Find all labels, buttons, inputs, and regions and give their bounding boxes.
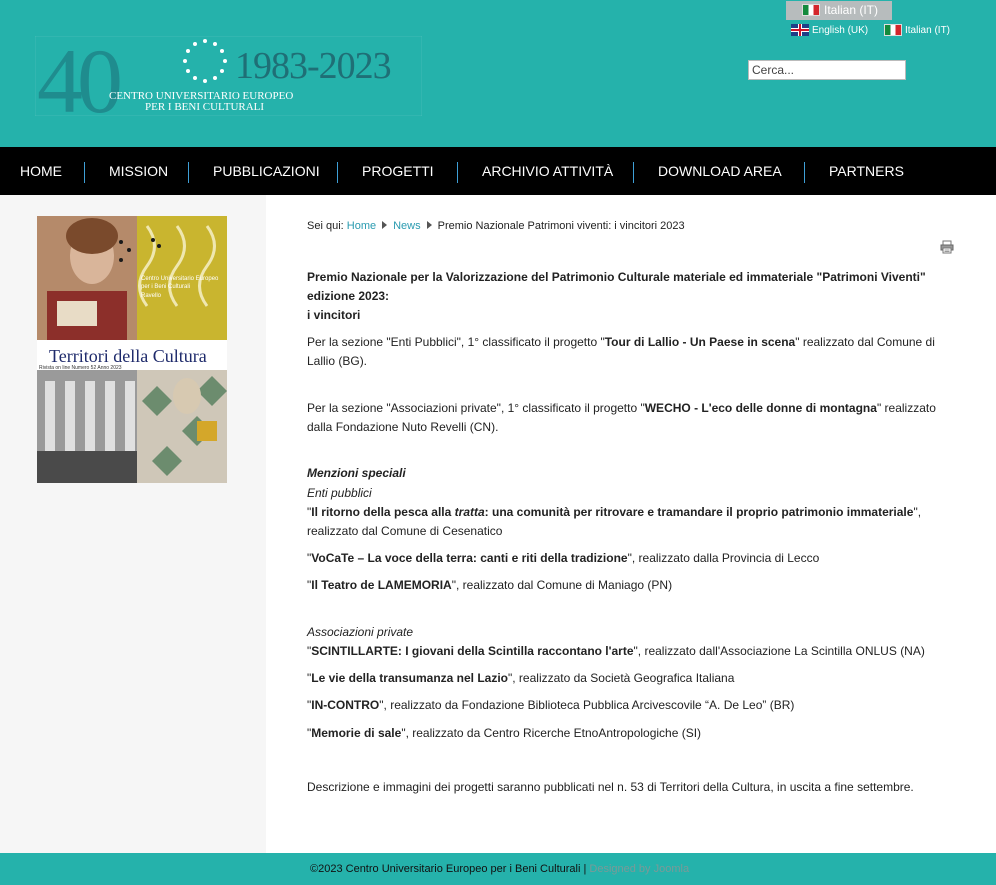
cover-badge-line1: Centro Universitario Europeo [141, 276, 219, 282]
nav-divider [457, 162, 458, 183]
mention-item: "Le vie della transumanza nel Lazio", re… [307, 671, 735, 685]
mention-item: "SCINTILLARTE: I giovani della Scintilla… [307, 644, 925, 658]
mention-item: "Il ritorno della pesca alla tratta: una… [307, 505, 922, 538]
mention-item: "IN-CONTRO", realizzato da Fondazione Bi… [307, 698, 795, 712]
breadcrumb: Sei qui: Home News Premio Nazionale Patrim… [307, 220, 685, 232]
search-input[interactable] [748, 60, 906, 80]
mention-item: "Il Teatro de LAMEMORIA", realizzato dal… [307, 578, 673, 592]
footer-copyright: ©2023 Centro Universitario Europeo per i… [310, 863, 590, 875]
winner-enti-pubblici: Per la sezione "Enti Pubblici", 1° class… [307, 335, 935, 368]
nav-archivio-attivita[interactable]: ARCHIVIO ATTIVITÀ [482, 147, 613, 195]
project-tour-di-lallio: Tour di Lallio - Un Paese in scena [604, 335, 796, 349]
winner-associazioni-private: Per la sezione "Associazioni private", 1… [307, 401, 936, 434]
article-title: Premio Nazionale per la Valorizzazione d… [307, 268, 937, 325]
breadcrumb-prefix: Sei qui: [307, 220, 344, 232]
italy-flag-icon [802, 4, 820, 16]
project-wecho: WECHO - L'eco delle donne di montagna [644, 401, 877, 415]
nav-divider [804, 162, 805, 183]
associazioni-private-heading: Associazioni private [307, 625, 414, 639]
breadcrumb-news-link[interactable]: News [393, 220, 421, 232]
nav-pubblicazioni[interactable]: PUBBLICAZIONI [213, 147, 320, 195]
nav-divider [188, 162, 189, 183]
nav-divider [337, 162, 338, 183]
mention-item: "VoCaTe – La voce della terra: canti e r… [307, 551, 820, 565]
nav-download-area[interactable]: DOWNLOAD AREA [658, 147, 782, 195]
closing-note: Descrizione e immagini dei progetti sara… [307, 780, 914, 794]
nav-divider [84, 162, 85, 183]
main-nav: HOME MISSION PUBBLICAZIONI PROGETTI ARCH… [0, 147, 996, 195]
cover-title: Territori della Cultura [49, 346, 207, 366]
logo-number: 40 [37, 36, 120, 116]
article-title-line1: Premio Nazionale per la Valorizzazione d… [307, 270, 926, 303]
logo-org-line2: PER I BENI CULTURALI [145, 101, 264, 113]
menzioni-heading: Menzioni speciali [307, 466, 406, 480]
italy-flag-icon [884, 24, 902, 36]
article-title-line2: i vincitori [307, 308, 361, 322]
nav-mission[interactable]: MISSION [109, 147, 168, 195]
breadcrumb-arrow-icon [426, 221, 432, 229]
logo-years: 1983-2023 [235, 45, 391, 87]
cover-badge-line2: per i Beni Culturali [141, 284, 190, 290]
site-footer: ©2023 Centro Universitario Europeo per i… [0, 853, 996, 885]
magazine-cover-image[interactable]: Centro Universitario Europeo per i Beni … [37, 216, 227, 483]
language-active[interactable]: Italian (IT) [786, 1, 892, 20]
nav-partners[interactable]: PARTNERS [829, 147, 904, 195]
uk-flag-icon [791, 24, 809, 36]
footer-text: ©2023 Centro Universitario Europeo per i… [310, 863, 689, 875]
eu-stars-icon [183, 39, 227, 83]
nav-progetti[interactable]: PROGETTI [362, 147, 434, 195]
site-header: 40 1983-2023 CENTRO UNIVERSITARIO EUROPE… [0, 0, 996, 147]
language-link-english[interactable]: English (UK) [791, 22, 876, 38]
print-icon[interactable] [940, 240, 954, 254]
breadcrumb-arrow-icon [382, 221, 388, 229]
language-link-italian[interactable]: Italian (IT) [884, 22, 959, 38]
footer-designed-link[interactable]: Designed by Joomla [589, 863, 689, 875]
nav-divider [633, 162, 634, 183]
cover-badge-line3: Ravello [141, 293, 162, 299]
mention-item: "Memorie di sale", realizzato da Centro … [307, 726, 702, 740]
site-logo[interactable]: 40 1983-2023 CENTRO UNIVERSITARIO EUROPE… [35, 36, 422, 116]
enti-pubblici-heading: Enti pubblici [307, 486, 372, 500]
nav-home[interactable]: HOME [20, 147, 62, 195]
breadcrumb-current: Premio Nazionale Patrimoni viventi: i vi… [437, 220, 685, 232]
breadcrumb-home-link[interactable]: Home [347, 220, 376, 232]
